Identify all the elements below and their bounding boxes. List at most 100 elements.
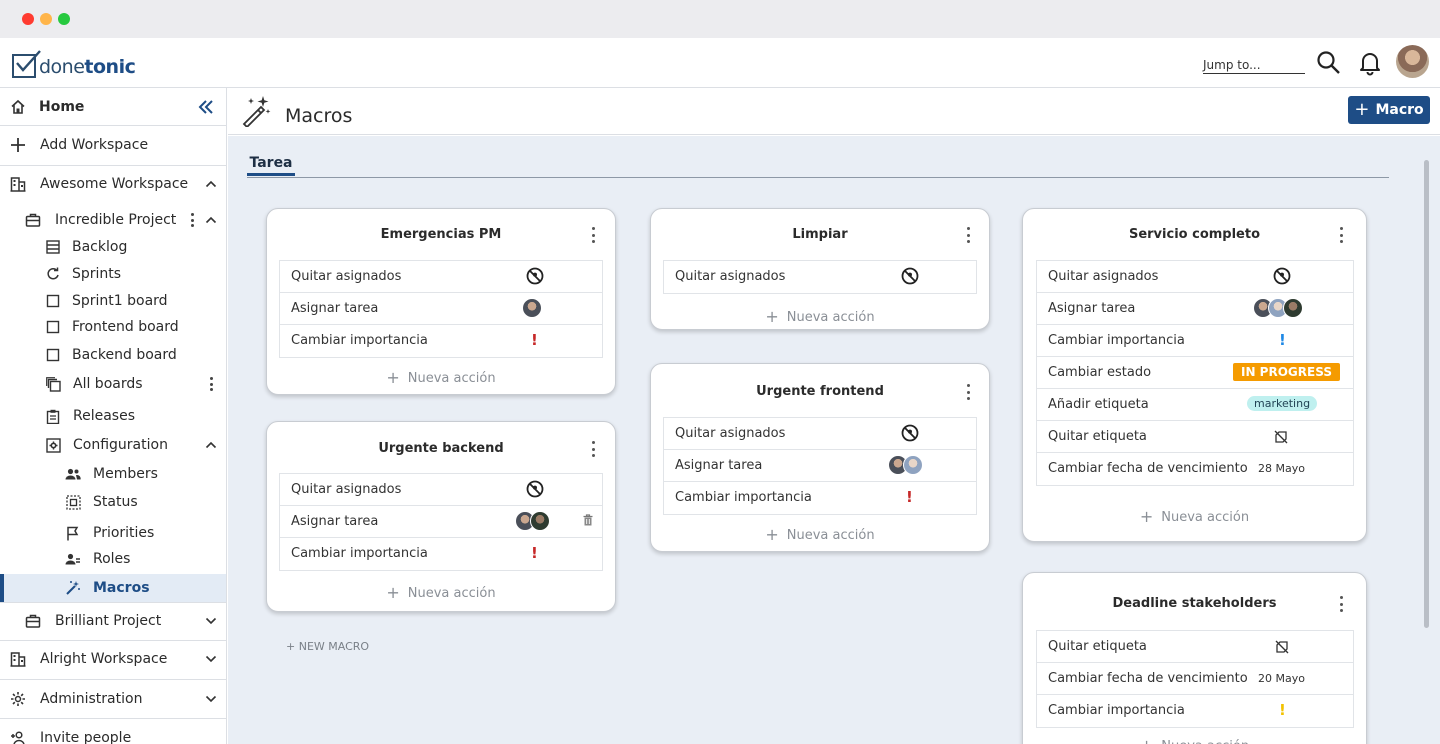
action-row[interactable]: Cambiar estado IN PROGRESS [1037,357,1353,389]
importance-high-icon: ! [906,488,913,506]
more-options-icon[interactable] [190,213,194,227]
action-row[interactable]: Quitar asignados [664,261,976,293]
macro-card-deadline-stakeholders[interactable]: Deadline stakeholders Quitar etiqueta Ca… [1022,572,1367,744]
sidebar-item-invite-people[interactable]: Invite people [0,726,226,744]
sidebar-item-sprints[interactable]: Sprints [0,262,226,286]
sidebar-item-frontend-board[interactable]: Frontend board [0,315,226,339]
new-macro-button[interactable]: + Macro [1348,96,1430,124]
action-row[interactable]: Cambiar fecha de vencimiento 28 Mayo [1037,453,1353,485]
plus-icon: + [1139,507,1154,526]
add-action-button[interactable]: +Nueva acción [651,524,989,544]
action-row[interactable]: Cambiar importancia ! [280,325,602,357]
add-action-button[interactable]: +Nueva acción [267,367,615,387]
macro-title: Urgente backend [378,441,504,456]
divider [0,640,226,641]
top-bar: donetonic Jump to... [0,38,1440,88]
new-macro-link[interactable]: + NEW MACRO [286,640,369,653]
more-options-icon[interactable] [591,441,595,457]
sidebar-item-label: Invite people [40,730,132,744]
sidebar-item-backend-board[interactable]: Backend board [0,343,226,367]
macro-card-urgente-frontend[interactable]: Urgente frontend Quitar asignados Asigna… [650,363,990,552]
sidebar-item-status[interactable]: Status [0,490,226,514]
sidebar-item-brilliant-project[interactable]: Brilliant Project [0,609,226,633]
action-row[interactable]: Cambiar importancia ! [1037,325,1353,357]
board-icon [45,347,61,363]
action-row[interactable]: Asignar tarea [1037,293,1353,325]
action-row[interactable]: Cambiar importancia ! [1037,695,1353,727]
add-action-button[interactable]: +Nueva acción [1023,735,1366,744]
action-row[interactable]: Cambiar importancia ! [664,482,976,514]
more-options-icon[interactable] [966,384,970,400]
bell-icon[interactable] [1358,50,1384,76]
action-row[interactable]: Quitar etiqueta [1037,631,1353,663]
jump-to-input[interactable]: Jump to... [1203,58,1305,74]
sidebar-item-awesome-workspace[interactable]: Awesome Workspace [0,172,226,196]
more-options-icon[interactable] [966,227,970,243]
more-options-icon[interactable] [1339,596,1343,612]
action-label: Quitar asignados [675,426,786,441]
sidebar-item-label: Frontend board [72,319,179,335]
chevron-down-icon[interactable] [205,653,217,665]
sidebar-item-members[interactable]: Members [0,462,226,486]
window-maximize-button[interactable] [58,13,70,25]
tab-active-underline [247,173,295,176]
sidebar-item-all-boards[interactable]: All boards [0,372,226,396]
trash-icon[interactable] [583,514,593,530]
sidebar-item-backlog[interactable]: Backlog [0,235,226,259]
sidebar-item-priorities[interactable]: Priorities [0,521,226,545]
action-row[interactable]: Quitar asignados [664,418,976,450]
action-row[interactable]: Añadir etiqueta marketing [1037,389,1353,421]
plus-icon: + [386,368,400,387]
macro-card-emergencias-pm[interactable]: Emergencias PM Quitar asignados Asignar … [266,208,616,395]
macro-card-urgente-backend[interactable]: Urgente backend Quitar asignados Asignar… [266,421,616,612]
app-logo[interactable]: donetonic [12,48,136,78]
sidebar-item-add-workspace[interactable]: Add Workspace [0,133,226,157]
macro-card-servicio-completo[interactable]: Servicio completo Quitar asignados Asign… [1022,208,1367,542]
sidebar-item-label: Incredible Project [55,212,177,228]
sidebar-item-label: Administration [40,691,143,707]
macro-card-limpiar[interactable]: Limpiar Quitar asignados + Nueva acción [650,208,990,330]
sidebar-item-alright-workspace[interactable]: Alright Workspace [0,647,226,671]
more-options-icon[interactable] [1339,227,1343,243]
add-action-button[interactable]: +Nueva acción [1023,506,1366,526]
add-action-button[interactable]: +Nueva acción [267,582,615,602]
sidebar-item-label: Macros [93,580,150,596]
sidebar-item-releases[interactable]: Releases [0,404,226,428]
sidebar-item-incredible-project[interactable]: Incredible Project [0,208,226,232]
action-row[interactable]: Cambiar importancia ! [280,538,602,570]
collapse-sidebar-icon[interactable] [197,99,215,115]
chevron-up-icon[interactable] [205,214,217,226]
action-label: Cambiar importancia [675,490,812,505]
chevron-up-icon[interactable] [205,439,217,451]
more-options-icon[interactable] [591,227,595,243]
action-row[interactable]: Asignar tarea [280,506,602,538]
sidebar-item-administration[interactable]: Administration [0,687,226,711]
tab-tarea[interactable]: Tarea [247,155,295,171]
action-row[interactable]: Quitar asignados [280,261,602,293]
status-badge: IN PROGRESS [1233,363,1340,381]
chevron-down-icon[interactable] [205,615,217,627]
more-options-icon[interactable] [209,377,213,391]
action-row[interactable]: Asignar tarea [280,293,602,325]
logo-text: donetonic [39,56,136,78]
window-minimize-button[interactable] [40,13,52,25]
sidebar-item-home[interactable]: Home [0,95,226,119]
building-icon [10,651,26,667]
action-row[interactable]: Quitar asignados [1037,261,1353,293]
window-close-button[interactable] [22,13,34,25]
sidebar-item-sprint1-board[interactable]: Sprint1 board [0,289,226,313]
chevron-up-icon[interactable] [205,178,217,190]
chevron-down-icon[interactable] [205,693,217,705]
action-row[interactable]: Cambiar fecha de vencimiento 20 Mayo [1037,663,1353,695]
sidebar-item-configuration[interactable]: Configuration [0,433,226,457]
sidebar-item-macros[interactable]: Macros [0,574,226,602]
search-icon[interactable] [1316,50,1342,76]
scrollbar[interactable] [1424,160,1429,628]
add-action-button[interactable]: +Nueva acción [651,306,989,326]
action-row[interactable]: Quitar asignados [280,474,602,506]
user-avatar[interactable] [1396,45,1429,78]
assignee-avatars [1253,298,1303,318]
action-row[interactable]: Quitar etiqueta [1037,421,1353,453]
sidebar-item-roles[interactable]: Roles [0,547,226,571]
action-row[interactable]: Asignar tarea [664,450,976,482]
